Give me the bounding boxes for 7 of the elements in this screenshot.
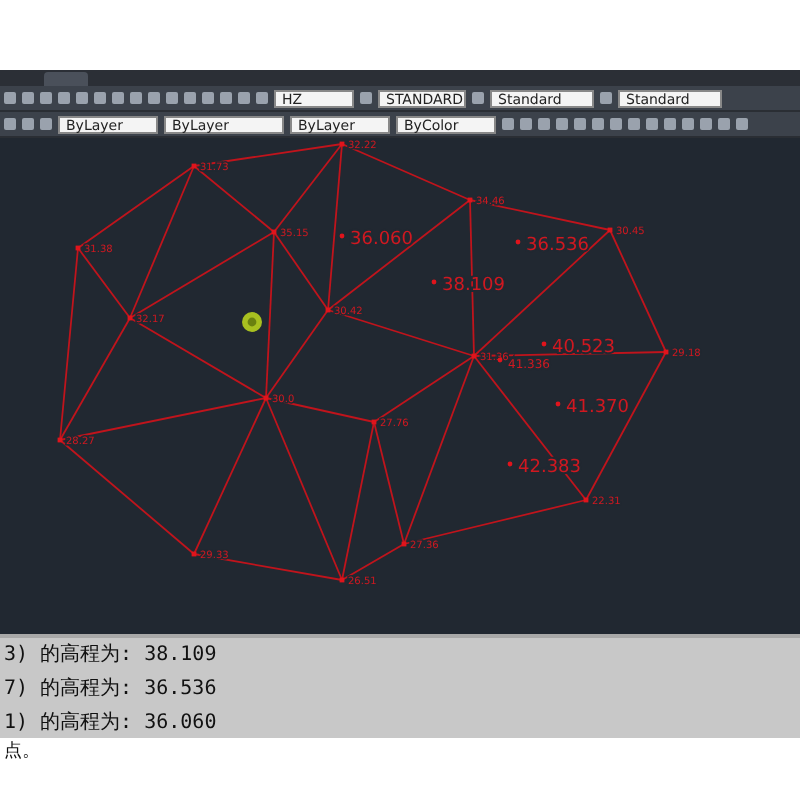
command-output: 3) 的高程为: 38.109 <box>4 641 219 669</box>
spot-elevation: 36.536 <box>515 236 589 256</box>
command-output: 7) 的高程为: 36.536 <box>4 675 219 702</box>
spot-elevation: 36.060 <box>339 230 413 250</box>
command-output: 1) 的高程为: 36.060 <box>4 709 219 736</box>
spot-elevation: 41.370 <box>555 398 629 418</box>
spot-elevation: 40.523 <box>541 338 615 358</box>
